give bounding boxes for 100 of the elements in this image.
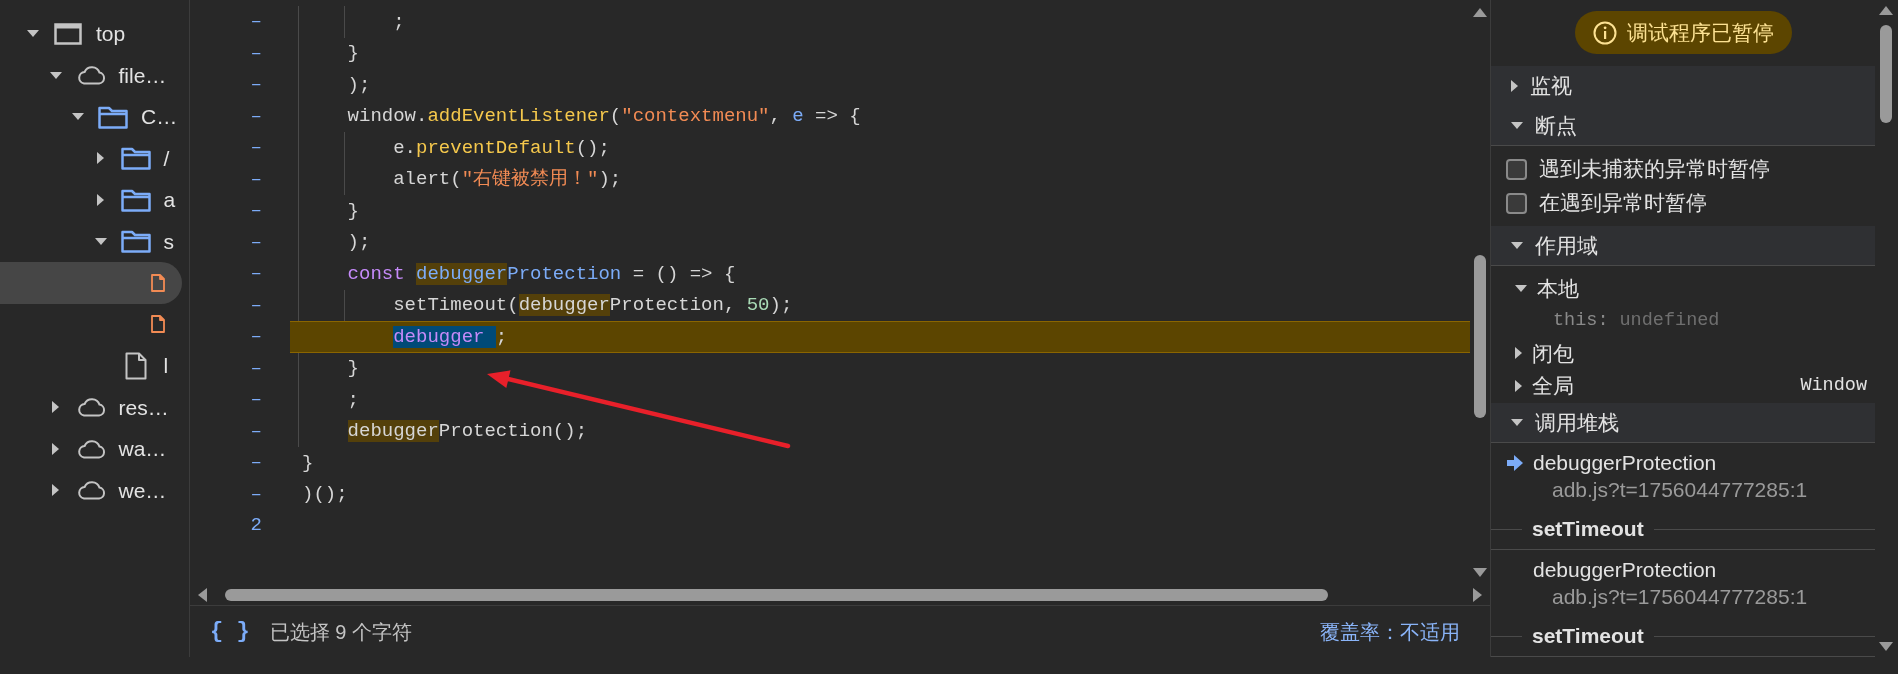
file-icon — [151, 273, 165, 292]
code-line: ; — [392, 9, 405, 35]
caret-right-icon[interactable] — [52, 442, 59, 455]
selection-info: 已选择 9 个字符 — [269, 619, 412, 645]
section-header[interactable]: 断点 — [1491, 106, 1875, 146]
caret-down-icon[interactable] — [1511, 419, 1523, 426]
line-number: – — [250, 167, 262, 190]
tree-item[interactable]: top — [0, 13, 182, 55]
function-name: debuggerProtection — [1533, 449, 1717, 476]
current-frame-icon — [1507, 454, 1523, 471]
code-line: ); — [346, 230, 371, 255]
paused-banner: 调试程序已暂停 — [1574, 11, 1792, 54]
line-number: – — [250, 325, 262, 347]
call-frame[interactable]: debuggerProtection adb.js?t=1756044777285:1 — [1491, 443, 1875, 509]
line-number: – — [250, 419, 262, 442]
caret-right-icon[interactable] — [97, 193, 104, 206]
line-number: – — [250, 451, 262, 473]
tree-item[interactable]: file… — [0, 54, 182, 96]
code-line: } — [302, 450, 314, 476]
line-number: – — [250, 104, 262, 127]
tree-item[interactable]: we… — [0, 469, 182, 511]
scope-item[interactable]: 本地 — [1491, 272, 1875, 305]
line-number: – — [250, 41, 262, 64]
checkbox[interactable] — [1506, 192, 1527, 214]
code-line: ); — [346, 72, 371, 98]
frame-location: adb.js?t=1756044777285:1 — [1552, 585, 1808, 608]
folder-icon — [120, 187, 151, 212]
code-line: } — [346, 41, 359, 66]
code-line: )(); — [302, 482, 348, 507]
caret-right-icon[interactable] — [1511, 80, 1518, 92]
code-line: ; — [346, 387, 359, 413]
scroll-left-icon[interactable] — [198, 588, 207, 602]
tree-item[interactable]: res… — [0, 386, 182, 428]
line-number: – — [250, 482, 262, 505]
scrollbar-thumb[interactable] — [225, 589, 1328, 601]
folder-icon — [120, 146, 151, 171]
folder-icon — [98, 104, 128, 129]
code-line: window.addEventListener("contextmenu", e => { — [346, 104, 861, 129]
caret-right-icon[interactable] — [52, 484, 59, 497]
checkbox-label: 在遇到异常时暂停 — [1539, 190, 1707, 217]
cloud-icon — [75, 65, 106, 86]
line-number: – — [250, 262, 262, 284]
checkbox-label: 遇到未捕获的异常时暂停 — [1539, 156, 1770, 183]
property-name: this: — [1553, 308, 1609, 333]
format-button[interactable]: { } — [206, 615, 254, 648]
caret-down-icon[interactable] — [1515, 284, 1527, 292]
caret-right-icon[interactable] — [52, 401, 59, 414]
tree-item[interactable]: l — [0, 345, 182, 387]
tree-item[interactable]: wa… — [0, 428, 182, 470]
frame-location: adb.js?t=1756044777285:1 — [1552, 478, 1808, 501]
tree-item[interactable]: s — [0, 220, 182, 262]
info-icon — [1592, 20, 1617, 45]
code-line: } — [346, 356, 359, 381]
scroll-down-icon[interactable] — [1473, 568, 1487, 577]
section-header[interactable]: 监视 — [1491, 66, 1875, 106]
file-icon — [124, 351, 147, 380]
scroll-right-icon[interactable] — [1473, 588, 1482, 602]
caret-right-icon[interactable] — [97, 152, 104, 165]
call-frame[interactable]: debuggerProtection adb.js?t=1756044777285:1 — [1491, 550, 1875, 616]
scope-item[interactable]: 闭包 — [1491, 337, 1875, 370]
checkbox[interactable] — [1506, 158, 1527, 180]
caret-right-icon[interactable] — [1515, 379, 1522, 392]
cloud-icon — [75, 397, 106, 418]
code-line: const debuggerProtection = () => { — [346, 261, 736, 287]
property-value: undefined — [1619, 308, 1720, 333]
section-header[interactable]: 作用域 — [1491, 226, 1875, 266]
function-name: debuggerProtection — [1533, 556, 1717, 583]
tree-item[interactable]: C… — [0, 96, 182, 138]
section-header[interactable]: 调用堆栈 — [1491, 403, 1875, 443]
scrollbar-thumb[interactable] — [1474, 255, 1486, 418]
folder-icon — [120, 229, 151, 254]
file-icon — [151, 315, 165, 334]
code-line: } — [346, 198, 359, 224]
scroll-up-icon[interactable] — [1879, 6, 1893, 15]
line-number: 2 — [250, 514, 262, 536]
scope-item[interactable]: 全局 Window — [1491, 369, 1875, 402]
caret-down-icon[interactable] — [27, 30, 39, 38]
line-number: – — [250, 230, 262, 253]
caret-down-icon[interactable] — [1511, 122, 1523, 129]
scroll-up-icon[interactable] — [1473, 8, 1487, 17]
cloud-icon — [75, 438, 106, 459]
caret-right-icon[interactable] — [1515, 347, 1522, 360]
scrollbar-thumb[interactable] — [1880, 25, 1892, 123]
tree-item[interactable]: / — [0, 137, 182, 179]
code-line: e.preventDefault(); — [392, 135, 610, 161]
line-number: – — [250, 73, 262, 95]
code-line: setTimeout(debuggerProtection, 50); — [392, 293, 793, 318]
tree-item[interactable]: a — [0, 179, 182, 221]
async-separator-label: setTimeout — [1532, 623, 1644, 650]
cloud-icon — [75, 480, 106, 501]
window-icon — [54, 22, 82, 45]
coverage-info: 覆盖率：不适用 — [1320, 619, 1460, 645]
caret-down-icon[interactable] — [94, 237, 107, 245]
async-separator-label: setTimeout — [1532, 516, 1644, 543]
caret-down-icon[interactable] — [49, 71, 62, 79]
caret-down-icon[interactable] — [72, 113, 84, 121]
scroll-down-icon[interactable] — [1879, 642, 1893, 651]
line-number: – — [250, 136, 262, 158]
caret-down-icon[interactable] — [1511, 242, 1523, 249]
code-line: alert("右键被禁用！"); — [392, 167, 622, 192]
